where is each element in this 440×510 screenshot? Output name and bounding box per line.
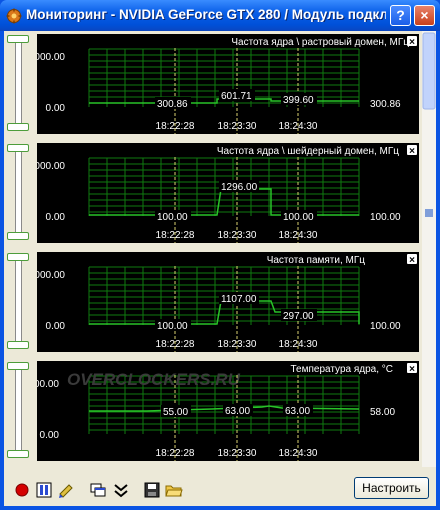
close-graph-icon[interactable]: × [409,37,415,48]
close-graph-icon[interactable]: × [409,364,415,375]
reading-label: 297.00 [283,311,314,322]
graph-bottom-slider-thumb[interactable] [7,450,29,458]
reading-label: 63.00 [285,406,310,417]
graph-top-slider-thumb[interactable] [7,362,29,370]
time-tick-label: 18:24:30 [279,230,318,241]
y-axis-max-label: 2000.00 [37,270,65,281]
time-tick-label: 18:22:28 [156,448,195,459]
graph-canvas: Частота ядра \ шейдерный домен, МГц × 20… [37,145,417,243]
window-client-area: Частота ядра \ растровый домен, МГц × 20… [4,31,436,506]
reading-label: 300.86 [370,99,401,110]
time-tick-label: 18:23:30 [218,448,257,459]
close-window-button[interactable]: × [414,5,435,26]
open-folder-icon[interactable] [165,481,183,499]
configure-button[interactable]: Настроить [354,477,429,499]
bottom-toolbar: Настроить [4,470,436,506]
time-tick-label: 18:23:30 [218,230,257,241]
nvidia-monitor-app-icon [6,8,22,24]
reading-label: 100.00 [370,321,401,332]
graph-panel-core-temperature: OVERCLOCKERS.RU Температура ядра, °C × 1… [4,358,422,465]
graph-height-slider-track[interactable] [15,37,22,129]
scrollbar-grip [425,209,433,217]
graph-top-slider-thumb[interactable] [7,253,29,261]
graph-bottom-slider-thumb[interactable] [7,123,29,131]
pause-icon[interactable] [35,481,53,499]
reading-label: 63.00 [225,406,250,417]
reading-label: 399.60 [283,95,314,106]
time-tick-label: 18:24:30 [279,448,318,459]
graph-bottom-slider-thumb[interactable] [7,232,29,240]
y-axis-max-label: 2000.00 [37,52,65,63]
graph-title: Частота памяти, МГц [267,255,366,266]
time-tick-label: 18:23:30 [218,121,257,132]
reading-label: 1296.00 [221,182,258,193]
graph-area: Частота ядра \ растровый домен, МГц × 20… [37,34,419,134]
graph-height-slider-track[interactable] [15,364,22,456]
scrollbar-thumb[interactable] [422,32,436,110]
graph-area: Частота памяти, МГц × 2000.00 0.00 18:22… [37,252,419,352]
scrollbar-graphic [422,32,436,217]
reading-label: 100.00 [157,321,188,332]
vertical-scrollbar[interactable] [422,31,436,467]
y-axis-max-label: 100.00 [37,379,59,390]
graph-area: OVERCLOCKERS.RU Температура ядра, °C × 1… [37,361,419,461]
graph-panel-core-raster: Частота ядра \ растровый домен, МГц × 20… [4,31,422,138]
graph-height-slider-track[interactable] [15,255,22,347]
reading-label: 601.71 [221,91,252,102]
window-title: Мониторинг - NVIDIA GeForce GTX 280 / Мо… [26,7,386,22]
reading-label: 58.00 [370,407,395,418]
time-tick-label: 18:23:30 [218,339,257,350]
graph-title: Температура ядра, °C [291,364,394,375]
clear-icon[interactable] [57,481,75,499]
graph-top-slider-thumb[interactable] [7,35,29,43]
y-axis-min-label: 0.00 [46,321,66,332]
graph-panel-core-shader: Частота ядра \ шейдерный домен, МГц × 20… [4,140,422,247]
time-tick-label: 18:22:28 [156,230,195,241]
graph-title: Частота ядра \ растровый домен, МГц [231,37,409,48]
time-tick-label: 18:24:30 [279,339,318,350]
time-tick-label: 18:22:28 [156,121,195,132]
record-icon[interactable] [13,481,31,499]
y-axis-min-label: 0.00 [46,212,66,223]
reading-label: 1107.00 [221,294,257,305]
reading-label: 300.86 [157,99,188,110]
graph-panel-memory: Частота памяти, МГц × 2000.00 0.00 18:22… [4,249,422,356]
graph-canvas: Частота ядра \ растровый домен, МГц × 20… [37,36,417,134]
time-tick-label: 18:22:28 [156,339,195,350]
title-bar[interactable]: Мониторинг - NVIDIA GeForce GTX 280 / Мо… [0,0,440,31]
reading-label: 100.00 [370,212,401,223]
reading-label: 100.00 [283,212,314,223]
graph-area: Частота ядра \ шейдерный домен, МГц × 20… [37,143,419,243]
graph-height-slider-track[interactable] [15,146,22,238]
graph-canvas: OVERCLOCKERS.RU Температура ядра, °C × 1… [37,363,417,461]
overclockers-watermark: OVERCLOCKERS.RU [67,370,241,389]
help-button[interactable]: ? [390,5,411,26]
tile-icon[interactable] [89,481,107,499]
app-window: Мониторинг - NVIDIA GeForce GTX 280 / Мо… [0,0,440,510]
y-axis-min-label: 0.00 [46,103,66,114]
y-axis-min-label: 0.00 [40,430,60,441]
graph-top-slider-thumb[interactable] [7,144,29,152]
close-graph-icon[interactable]: × [409,255,415,266]
reading-label: 55.00 [163,407,188,418]
graphs-scroll-area[interactable]: Частота ядра \ растровый домен, МГц × 20… [4,31,436,467]
close-graph-icon[interactable]: × [409,146,415,157]
y-axis-max-label: 2000.00 [37,161,65,172]
graph-bottom-slider-thumb[interactable] [7,341,29,349]
reading-label: 100.00 [157,212,188,223]
graph-title: Частота ядра \ шейдерный домен, МГц [217,146,399,157]
graph-canvas: Частота памяти, МГц × 2000.00 0.00 18:22… [37,254,417,352]
time-tick-label: 18:24:30 [279,121,318,132]
collapse-icon[interactable] [112,481,130,499]
save-icon[interactable] [143,481,161,499]
